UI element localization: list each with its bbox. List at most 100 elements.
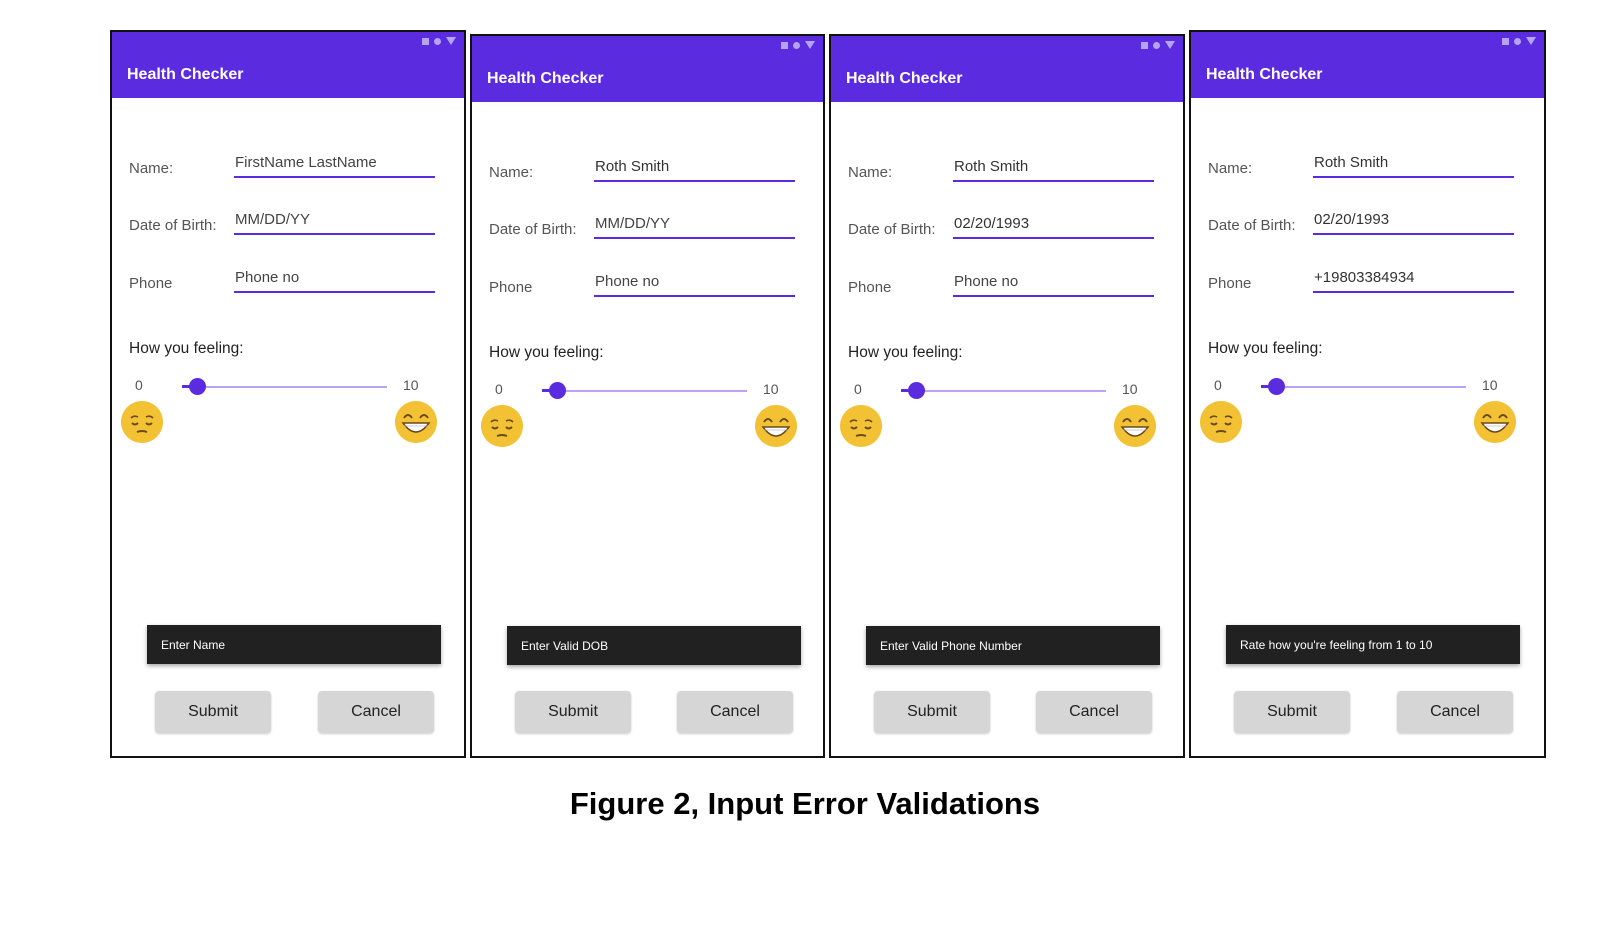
grinning-face-emoji-icon [1114, 405, 1156, 447]
name-field[interactable]: Roth Smith [953, 156, 1154, 182]
phone-label: Phone [129, 275, 173, 292]
phone-field[interactable]: Phone no [594, 271, 795, 297]
slider-min-label: 0 [135, 377, 143, 393]
sad-face-emoji-icon [121, 401, 163, 443]
feeling-slider-area: 0 10 [472, 381, 823, 447]
dob-field[interactable]: MM/DD/YY [234, 209, 435, 235]
slider-min-label: 0 [854, 381, 862, 397]
dob-row: Date of Birth: MM/DD/YY [112, 209, 464, 239]
name-label: Name: [489, 164, 534, 181]
cancel-button[interactable]: Cancel [318, 691, 434, 733]
dob-label: Date of Birth: [848, 221, 936, 238]
phone-row: Phone Phone no [472, 271, 823, 301]
phone-screen-1: Health Checker Name: FirstName LastName … [110, 30, 466, 758]
figure-caption: Figure 2, Input Error Validations [569, 786, 1041, 821]
dob-field[interactable]: 02/20/1993 [1313, 209, 1514, 235]
status-triangle-icon [1526, 37, 1536, 45]
name-field[interactable]: Roth Smith [1313, 152, 1514, 178]
status-triangle-icon [1165, 41, 1175, 49]
status-icons [1141, 41, 1175, 49]
feeling-label: How you feeling: [1208, 340, 1323, 357]
feeling-label: How you feeling: [129, 340, 244, 357]
status-triangle-icon [446, 37, 456, 45]
slider-thumb[interactable] [908, 382, 925, 399]
feeling-label: How you feeling: [848, 344, 963, 361]
status-square-icon [781, 41, 788, 49]
slider-thumb[interactable] [189, 378, 206, 395]
app-title: Health Checker [1191, 52, 1544, 98]
status-circle-icon [434, 37, 441, 45]
slider-track[interactable] [182, 386, 387, 388]
dob-row: Date of Birth: 02/20/1993 [831, 213, 1183, 243]
sad-face-emoji-icon [840, 405, 882, 447]
phone-label: Phone [1208, 275, 1252, 292]
status-icons [781, 41, 815, 49]
feeling-slider-area: 0 10 [1191, 377, 1544, 443]
feeling-label: How you feeling: [489, 344, 604, 361]
phone-label: Phone [848, 279, 892, 296]
error-toast: Rate how you're feeling from 1 to 10 [1226, 625, 1520, 664]
slider-track[interactable] [1261, 386, 1466, 388]
slider-min-label: 0 [1214, 377, 1222, 393]
name-field[interactable]: Roth Smith [594, 156, 795, 182]
app-title: Health Checker [112, 52, 464, 98]
status-bar [831, 36, 1183, 56]
phone-field[interactable]: +19803384934 [1313, 267, 1514, 293]
status-square-icon [422, 37, 429, 45]
grinning-face-emoji-icon [755, 405, 797, 447]
phone-row: Phone +19803384934 [1191, 267, 1544, 297]
submit-button[interactable]: Submit [874, 691, 990, 733]
name-label: Name: [1208, 160, 1253, 177]
status-circle-icon [1514, 37, 1521, 45]
sad-face-emoji-icon [481, 405, 523, 447]
phone-screen-2: Health Checker Name: Roth Smith Date of … [470, 34, 825, 758]
submit-button[interactable]: Submit [1234, 691, 1350, 733]
name-row: Name: FirstName LastName [112, 152, 464, 182]
status-circle-icon [793, 41, 800, 49]
status-bar [112, 32, 464, 52]
slider-max-label: 10 [403, 377, 419, 393]
slider-thumb[interactable] [549, 382, 566, 399]
feeling-slider-area: 0 10 [112, 377, 464, 443]
error-toast: Enter Valid Phone Number [866, 626, 1160, 665]
status-icons [422, 37, 456, 45]
phone-row: Phone Phone no [112, 267, 464, 297]
cancel-button[interactable]: Cancel [677, 691, 793, 733]
status-bar [472, 36, 823, 56]
status-icons [1502, 37, 1536, 45]
sad-face-emoji-icon [1200, 401, 1242, 443]
status-triangle-icon [805, 41, 815, 49]
dob-field[interactable]: MM/DD/YY [594, 213, 795, 239]
dob-label: Date of Birth: [1208, 217, 1296, 234]
slider-max-label: 10 [1122, 381, 1138, 397]
submit-button[interactable]: Submit [155, 691, 271, 733]
phone-label: Phone [489, 279, 533, 296]
name-row: Name: Roth Smith [1191, 152, 1544, 182]
status-square-icon [1141, 41, 1148, 49]
status-square-icon [1502, 37, 1509, 45]
name-label: Name: [129, 160, 174, 177]
cancel-button[interactable]: Cancel [1036, 691, 1152, 733]
submit-button[interactable]: Submit [515, 691, 631, 733]
status-circle-icon [1153, 41, 1160, 49]
error-toast: Enter Name [147, 625, 441, 664]
phone-field[interactable]: Phone no [953, 271, 1154, 297]
slider-track[interactable] [542, 390, 747, 392]
dob-row: Date of Birth: MM/DD/YY [472, 213, 823, 243]
feeling-slider-area: 0 10 [831, 381, 1183, 447]
dob-label: Date of Birth: [489, 221, 577, 238]
phone-field[interactable]: Phone no [234, 267, 435, 293]
phone-screen-3: Health Checker Name: Roth Smith Date of … [829, 34, 1185, 758]
name-row: Name: Roth Smith [831, 156, 1183, 186]
status-bar [1191, 32, 1544, 52]
dob-field[interactable]: 02/20/1993 [953, 213, 1154, 239]
dob-row: Date of Birth: 02/20/1993 [1191, 209, 1544, 239]
app-title: Health Checker [472, 56, 823, 102]
dob-label: Date of Birth: [129, 217, 217, 234]
slider-thumb[interactable] [1268, 378, 1285, 395]
grinning-face-emoji-icon [1474, 401, 1516, 443]
name-field[interactable]: FirstName LastName [234, 152, 435, 178]
slider-track[interactable] [901, 390, 1106, 392]
name-row: Name: Roth Smith [472, 156, 823, 186]
cancel-button[interactable]: Cancel [1397, 691, 1513, 733]
